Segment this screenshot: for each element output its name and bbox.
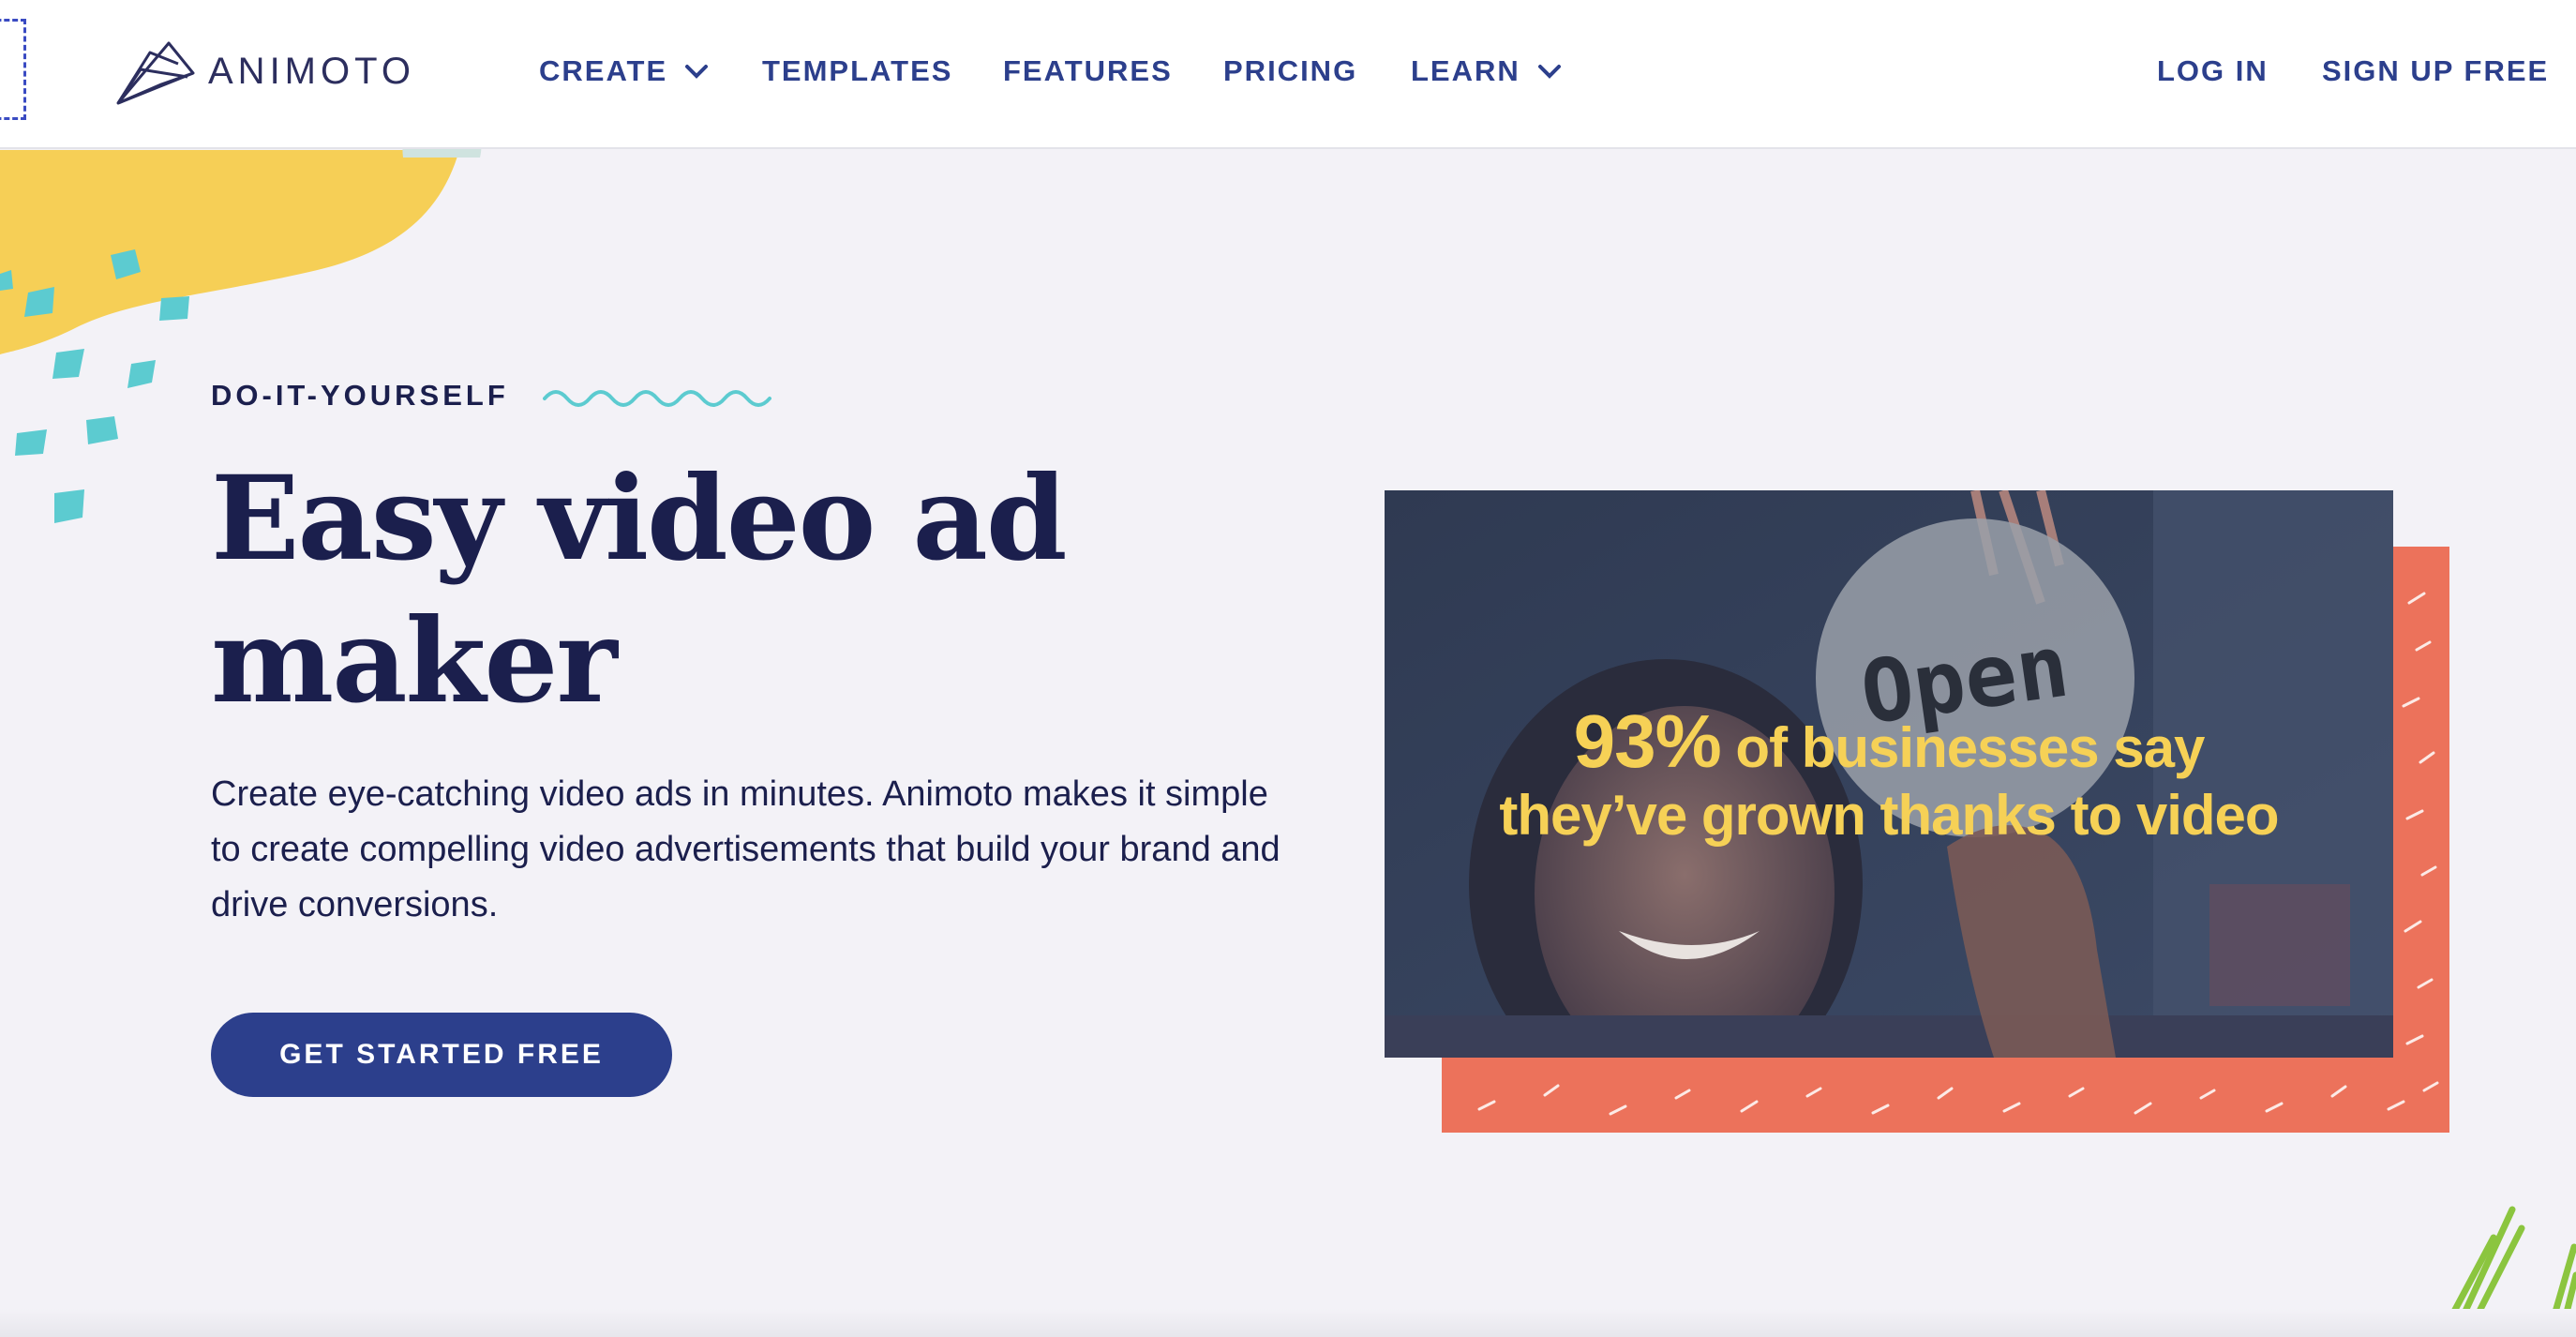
wave-line-decoration [542, 390, 771, 407]
chevron-down-icon [685, 65, 709, 79]
nav-learn-label: LEARN [1411, 54, 1520, 87]
animoto-logo-icon [116, 41, 195, 105]
signup-link[interactable]: SIGN UP FREE [2322, 54, 2549, 88]
section-divider-shadow [0, 1309, 2576, 1337]
overlay-stat-line-2: they’ve grown thanks to video [1499, 784, 2279, 847]
nav-templates-label: TEMPLATES [762, 54, 953, 87]
headline-line-2: maker [211, 593, 618, 729]
hero-description: Create eye-catching video ads in minutes… [211, 774, 1281, 924]
nav-pricing[interactable]: PRICING [1223, 54, 1357, 88]
overlay-percent: 93% [1573, 699, 1722, 783]
nav-features[interactable]: FEATURES [1003, 54, 1173, 88]
hero-video-thumbnail[interactable]: Open 93% of businesses say they’ve grown… [1385, 490, 2393, 1058]
get-started-button[interactable]: GET STARTED FREE [211, 1013, 672, 1097]
login-link[interactable]: LOG IN [2157, 54, 2269, 88]
overlay-line-1-rest: of businesses say [1720, 716, 2205, 779]
nav-learn[interactable]: LEARN [1411, 54, 1562, 88]
logo-wordmark: ANIMOTO [208, 50, 415, 92]
nav-create[interactable]: CREATE [539, 54, 709, 88]
nav-templates[interactable]: TEMPLATES [762, 54, 952, 88]
eyebrow-row: DO-IT-YOURSELF [211, 379, 771, 413]
dashed-frame-decoration [0, 19, 26, 120]
overlay-stat-line-1: 93% of businesses say [1385, 699, 2393, 785]
page-title: Easy video ad maker [211, 448, 1242, 733]
site-header: ANIMOTO CREATE TEMPLATES FEATURES PRICIN… [0, 0, 2576, 149]
chevron-down-icon [1537, 65, 1561, 79]
headline-line-1: Easy video ad [211, 451, 1068, 587]
nav-pricing-label: PRICING [1223, 54, 1358, 87]
eyebrow-label: DO-IT-YOURSELF [211, 379, 509, 412]
nav-create-label: CREATE [539, 54, 668, 87]
teal-dots-decoration [0, 249, 189, 523]
nav-features-label: FEATURES [1003, 54, 1173, 87]
animoto-logo[interactable]: ANIMOTO [112, 34, 415, 109]
